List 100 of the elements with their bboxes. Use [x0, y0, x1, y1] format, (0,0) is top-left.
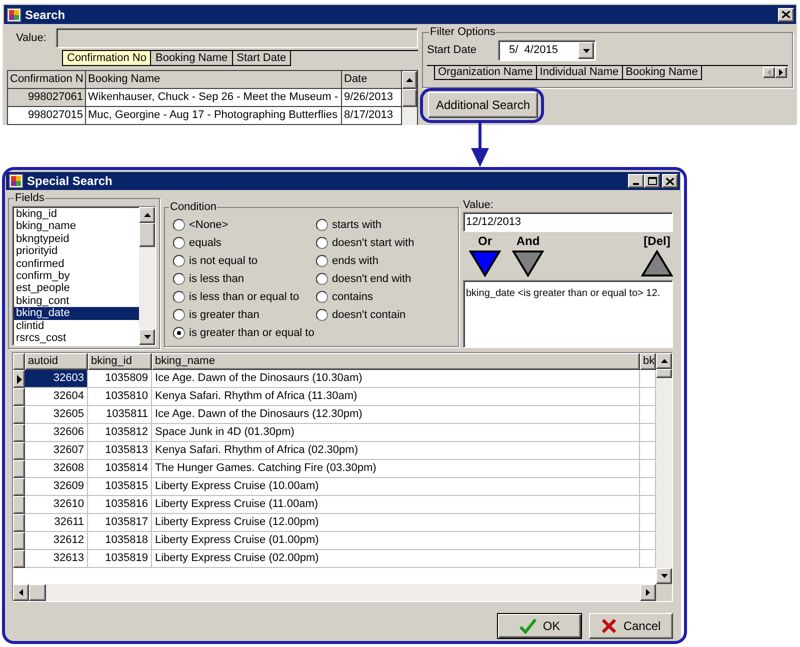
scroll-left-button[interactable] — [763, 67, 775, 78]
value-field[interactable] — [56, 28, 418, 48]
row-pointer-icon — [16, 374, 22, 384]
table-cell: 32606 — [25, 424, 88, 442]
app-icon — [7, 8, 21, 22]
vertical-scrollbar[interactable] — [656, 353, 672, 584]
table-cell: 32604 — [25, 388, 88, 406]
operator-button[interactable]: Or — [469, 235, 501, 280]
maximize-button[interactable] — [644, 174, 660, 188]
tab[interactable]: Organization Name — [434, 66, 537, 80]
table-cell: 32608 — [25, 460, 88, 478]
radio-option[interactable]: starts with — [316, 216, 456, 234]
column-header: bking_name — [152, 353, 640, 370]
table-cell — [640, 388, 656, 406]
radio-option[interactable]: is less than — [173, 270, 316, 288]
column-header: bk — [640, 353, 656, 370]
close-button[interactable] — [778, 8, 794, 22]
list-item[interactable]: bking_date — [14, 307, 139, 320]
radio-option[interactable]: contains — [316, 288, 456, 306]
value-field[interactable]: 12/12/2013 — [463, 212, 673, 232]
scroll-right-button[interactable] — [640, 584, 656, 601]
additional-search-button[interactable]: Additional Search — [428, 92, 538, 118]
scroll-thumb[interactable] — [29, 584, 46, 601]
scroll-thumb[interactable] — [139, 223, 155, 247]
radio-option[interactable]: doesn't end with — [316, 270, 456, 288]
operator-button[interactable]: [Del] — [641, 235, 673, 280]
right-arrow-icon — [779, 69, 783, 76]
table-cell: 1035810 — [88, 388, 152, 406]
radio-option[interactable]: is greater than — [173, 306, 316, 324]
radio-option[interactable]: <None> — [173, 216, 316, 234]
scroll-left-button[interactable] — [13, 584, 29, 601]
up-arrow-icon — [144, 213, 150, 217]
scroll-thumb[interactable] — [402, 89, 417, 107]
table-cell — [640, 550, 656, 568]
scroll-down-button[interactable] — [139, 329, 155, 345]
ok-button[interactable]: OK — [497, 613, 582, 639]
left-arrow-icon — [767, 69, 771, 76]
table-cell — [640, 460, 656, 478]
table-cell: 32609 — [25, 478, 88, 496]
vertical-scrollbar[interactable] — [139, 207, 155, 345]
table-cell: 1035812 — [88, 424, 152, 442]
radio-option[interactable]: is not equal to — [173, 252, 316, 270]
scroll-up-button[interactable] — [139, 207, 155, 223]
field-label: Value: — [15, 30, 48, 46]
app-icon — [9, 174, 23, 188]
radio-option[interactable]: is less than or equal to — [173, 288, 316, 306]
table-cell: 1035811 — [88, 406, 152, 424]
date-dropdown[interactable]: 5/ 4/2015 — [498, 40, 596, 61]
tab[interactable]: Confirmation No — [62, 51, 152, 66]
scroll-down-button[interactable] — [656, 568, 672, 584]
table-cell: The Hunger Games. Catching Fire (03.30pm) — [152, 460, 640, 478]
table-cell — [640, 406, 656, 424]
up-arrow-icon — [660, 359, 668, 363]
table-cell: Liberty Express Cruise (12.00pm) — [152, 514, 640, 532]
operator-button[interactable]: And — [512, 235, 544, 280]
dropdown-button[interactable] — [578, 42, 594, 59]
expression-box[interactable]: bking_date <is greater than or equal to> 12. — [463, 280, 673, 348]
right-arrow-icon — [646, 589, 650, 596]
minimize-button[interactable] — [628, 174, 644, 188]
table-cell: 1035816 — [88, 496, 152, 514]
table-cell: 32612 — [25, 532, 88, 550]
table-cell: Kenya Safari. Rhythm of Africa (11.30am) — [152, 388, 640, 406]
minimize-icon — [633, 183, 639, 185]
tab[interactable]: Start Date — [232, 51, 292, 66]
close-button[interactable] — [662, 174, 678, 188]
radio-option[interactable]: equals — [173, 234, 316, 252]
close-icon — [782, 11, 790, 18]
horizontal-scrollbar[interactable] — [13, 584, 656, 601]
group-label: Filter Options — [429, 26, 496, 39]
radio-option[interactable]: ends with — [316, 252, 456, 270]
x-icon — [601, 618, 618, 634]
tab[interactable]: Booking Name — [150, 51, 233, 66]
tab[interactable]: Booking Name — [622, 66, 702, 80]
cancel-button[interactable]: Cancel — [589, 613, 673, 639]
vertical-scrollbar[interactable] — [402, 71, 417, 125]
table-cell: Liberty Express Cruise (11.00am) — [152, 496, 640, 514]
field-label: Start Date — [427, 43, 478, 58]
table-cell — [640, 514, 656, 532]
table-cell: Liberty Express Cruise (10.00am) — [152, 478, 640, 496]
table-cell: Ice Age. Dawn of the Dinosaurs (10.30am) — [152, 370, 640, 388]
list-item[interactable]: clintid — [14, 320, 139, 332]
scroll-up-button[interactable] — [656, 353, 672, 369]
table-cell: 1035819 — [88, 550, 152, 568]
column-header: Booking Name — [86, 71, 342, 89]
table-cell: Ice Age. Dawn of the Dinosaurs (12.30pm) — [152, 406, 640, 424]
table-cell: Liberty Express Cruise (02.00pm) — [152, 550, 640, 568]
table-cell: 32605 — [25, 406, 88, 424]
scroll-thumb[interactable] — [656, 369, 672, 378]
radio-option[interactable]: doesn't start with — [316, 234, 456, 252]
table-cell: 32613 — [25, 550, 88, 568]
tab[interactable]: Individual Name — [536, 66, 623, 80]
scroll-right-button[interactable] — [775, 67, 787, 78]
fields-list[interactable]: bking_id bking_name bkngtypeid priorityid confirmed confirm_by est_people bking_cont bking_date clintid rsrcs_cost — [12, 206, 156, 346]
radio-option[interactable]: doesn't contain — [316, 306, 456, 324]
column-header: Date — [342, 71, 402, 89]
maximize-icon — [648, 177, 656, 185]
table-cell: 32610 — [25, 496, 88, 514]
scroll-up-button[interactable] — [402, 71, 417, 89]
radio-option[interactable]: is greater than or equal to — [173, 324, 316, 342]
window-title: Special Search — [27, 173, 112, 190]
